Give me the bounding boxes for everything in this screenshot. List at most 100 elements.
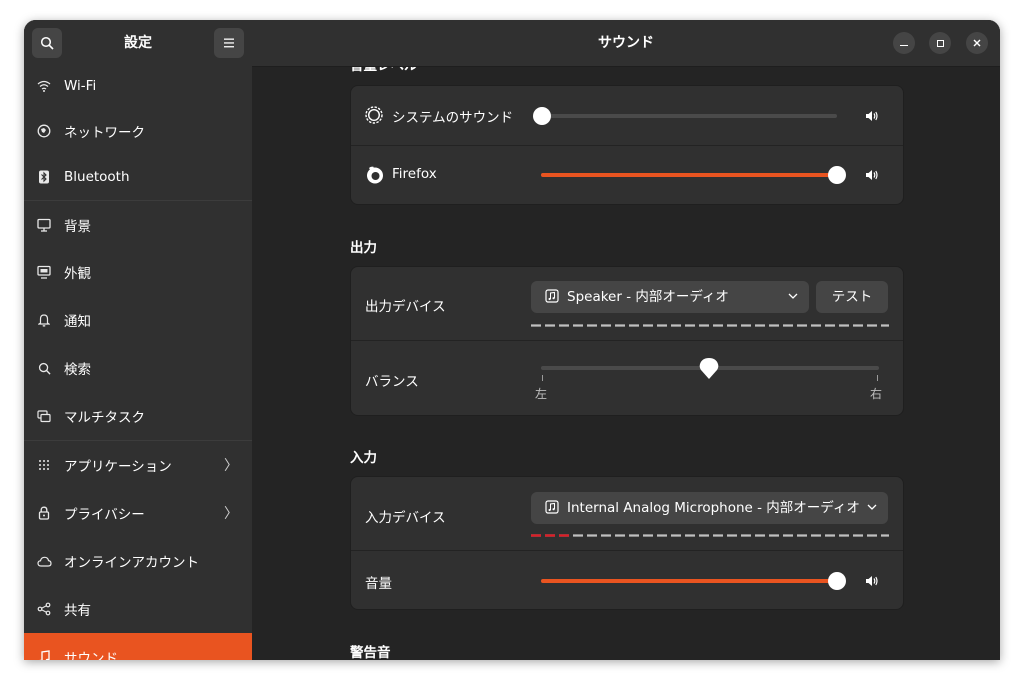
output-device-label: 出力デバイス <box>365 299 446 315</box>
wifi-icon <box>36 78 52 94</box>
volume-levels-card: システムのサウンド Firefox <box>350 85 904 205</box>
close-icon <box>973 39 981 47</box>
sidebar-item-label: 背景 <box>64 218 91 235</box>
sidebar-item-notifications[interactable]: 通知 <box>24 296 252 344</box>
music-note-icon <box>36 649 52 660</box>
volume-icon <box>866 170 878 180</box>
multitasking-icon <box>36 408 52 424</box>
input-volume-slider-knob[interactable] <box>828 572 846 590</box>
sidebar-item-label: Wi-Fi <box>64 78 97 94</box>
sidebar-item-label: 通知 <box>64 314 91 330</box>
sidebar-list: Wi-Fi ネットワーク Bluetooth 背景 外観 通知 検索 マルチタス… <box>24 64 252 660</box>
balance-right-label: 右 <box>870 387 883 401</box>
search-icon <box>40 36 54 50</box>
input-volume-label: 音量 <box>365 576 392 592</box>
balance-tick-right <box>877 375 878 381</box>
output-level-meter <box>531 324 889 327</box>
balance-row: バランス 左 右 <box>351 341 903 415</box>
chevron-right-icon: 〉 <box>224 458 238 474</box>
background-icon <box>36 217 52 233</box>
cloud-icon <box>36 553 52 569</box>
close-button[interactable] <box>966 32 988 54</box>
sidebar-item-network[interactable]: ネットワーク <box>24 108 252 154</box>
sidebar-item-label: Bluetooth <box>64 169 130 185</box>
page-title: サウンド <box>598 35 654 51</box>
test-button[interactable]: テスト <box>816 281 888 313</box>
search-button[interactable] <box>32 28 62 58</box>
input-volume-row: 音量 <box>351 551 903 609</box>
share-icon <box>36 601 52 617</box>
hamburger-icon <box>224 38 234 48</box>
balance-slider-knob[interactable] <box>699 357 719 381</box>
main-header: サウンド <box>252 20 1000 67</box>
minimize-icon <box>900 44 908 47</box>
volume-icon <box>866 111 878 121</box>
sidebar-title: 設定 <box>124 35 152 51</box>
output-device-value: Speaker - 内部オーディオ <box>567 289 729 305</box>
sidebar-item-label: オンラインアカウント <box>64 555 199 571</box>
input-card: 入力デバイス Internal Analog Microphone - 内部オー… <box>350 476 904 610</box>
menu-button[interactable] <box>214 28 244 58</box>
system-sounds-icon <box>365 106 383 124</box>
sidebar: 設定 Wi-Fi ネットワーク Bluetooth 背景 外観 通知 検索 マル… <box>24 20 252 660</box>
input-level-meter <box>531 534 889 537</box>
sidebar-item-wifi[interactable]: Wi-Fi <box>24 64 252 108</box>
sidebar-item-label: プライバシー <box>64 507 145 523</box>
sidebar-item-label: 共有 <box>64 603 91 619</box>
sidebar-item-privacy[interactable]: プライバシー 〉 <box>24 489 252 537</box>
search-icon <box>36 360 52 376</box>
chevron-right-icon: 〉 <box>224 506 238 522</box>
apps-grid-icon <box>36 457 52 473</box>
sidebar-item-applications[interactable]: アプリケーション 〉 <box>24 441 252 489</box>
maximize-button[interactable] <box>929 32 951 54</box>
sidebar-item-label: 外観 <box>64 266 91 282</box>
sidebar-item-search[interactable]: 検索 <box>24 344 252 392</box>
sidebar-item-multitasking[interactable]: マルチタスク <box>24 392 252 440</box>
sidebar-item-label: ネットワーク <box>64 125 145 141</box>
sidebar-item-label: サウンド <box>64 651 118 660</box>
input-device-label: 入力デバイス <box>365 510 446 526</box>
sidebar-item-online-accounts[interactable]: オンラインアカウント <box>24 537 252 585</box>
music-note-icon <box>545 500 559 514</box>
system-sounds-label: システムのサウンド <box>392 110 514 126</box>
section-title-alert-sounds: 警告音 <box>350 645 391 660</box>
bell-icon <box>36 312 52 328</box>
firefox-icon <box>367 166 383 184</box>
firefox-slider-fill <box>541 173 837 177</box>
system-sounds-slider-track[interactable] <box>541 114 837 118</box>
section-title-input: 入力 <box>350 450 377 466</box>
bluetooth-icon <box>36 169 52 185</box>
input-device-row: 入力デバイス Internal Analog Microphone - 内部オー… <box>351 477 903 550</box>
firefox-slider-knob[interactable] <box>828 166 846 184</box>
system-sounds-slider-knob[interactable] <box>533 107 551 125</box>
input-device-dropdown[interactable]: Internal Analog Microphone - 内部オーディオ <box>531 492 888 524</box>
music-note-icon <box>545 289 559 303</box>
settings-window: 設定 Wi-Fi ネットワーク Bluetooth 背景 外観 通知 検索 マル… <box>24 20 1000 660</box>
chevron-down-icon <box>867 504 877 510</box>
input-volume-slider-fill <box>541 579 837 583</box>
sidebar-item-label: 検索 <box>64 362 91 378</box>
sidebar-item-sound[interactable]: サウンド <box>24 633 252 660</box>
network-icon <box>36 123 52 139</box>
volume-row-system-sounds: システムのサウンド <box>351 86 903 145</box>
balance-tick-left <box>542 375 543 381</box>
sidebar-item-bluetooth[interactable]: Bluetooth <box>24 154 252 200</box>
chevron-down-icon <box>788 293 798 299</box>
balance-label: バランス <box>365 374 419 390</box>
output-card: 出力デバイス Speaker - 内部オーディオ テスト バランス 左 右 <box>350 266 904 416</box>
sidebar-item-appearance[interactable]: 外観 <box>24 248 252 296</box>
minimize-button[interactable] <box>893 32 915 54</box>
sidebar-header: 設定 <box>24 20 252 66</box>
main-panel: 音量レベル システムのサウンド <box>252 20 1000 660</box>
output-device-dropdown[interactable]: Speaker - 内部オーディオ <box>531 281 809 313</box>
output-device-row: 出力デバイス Speaker - 内部オーディオ テスト <box>351 267 903 340</box>
input-device-value: Internal Analog Microphone - 内部オーディオ <box>567 500 860 516</box>
sidebar-item-background[interactable]: 背景 <box>24 201 252 248</box>
sidebar-item-label: マルチタスク <box>64 410 145 426</box>
sidebar-item-label: アプリケーション <box>64 459 172 475</box>
balance-left-label: 左 <box>535 387 548 401</box>
lock-icon <box>36 505 52 521</box>
appearance-icon <box>36 264 52 280</box>
section-title-output: 出力 <box>350 240 377 256</box>
sidebar-item-sharing[interactable]: 共有 <box>24 585 252 633</box>
